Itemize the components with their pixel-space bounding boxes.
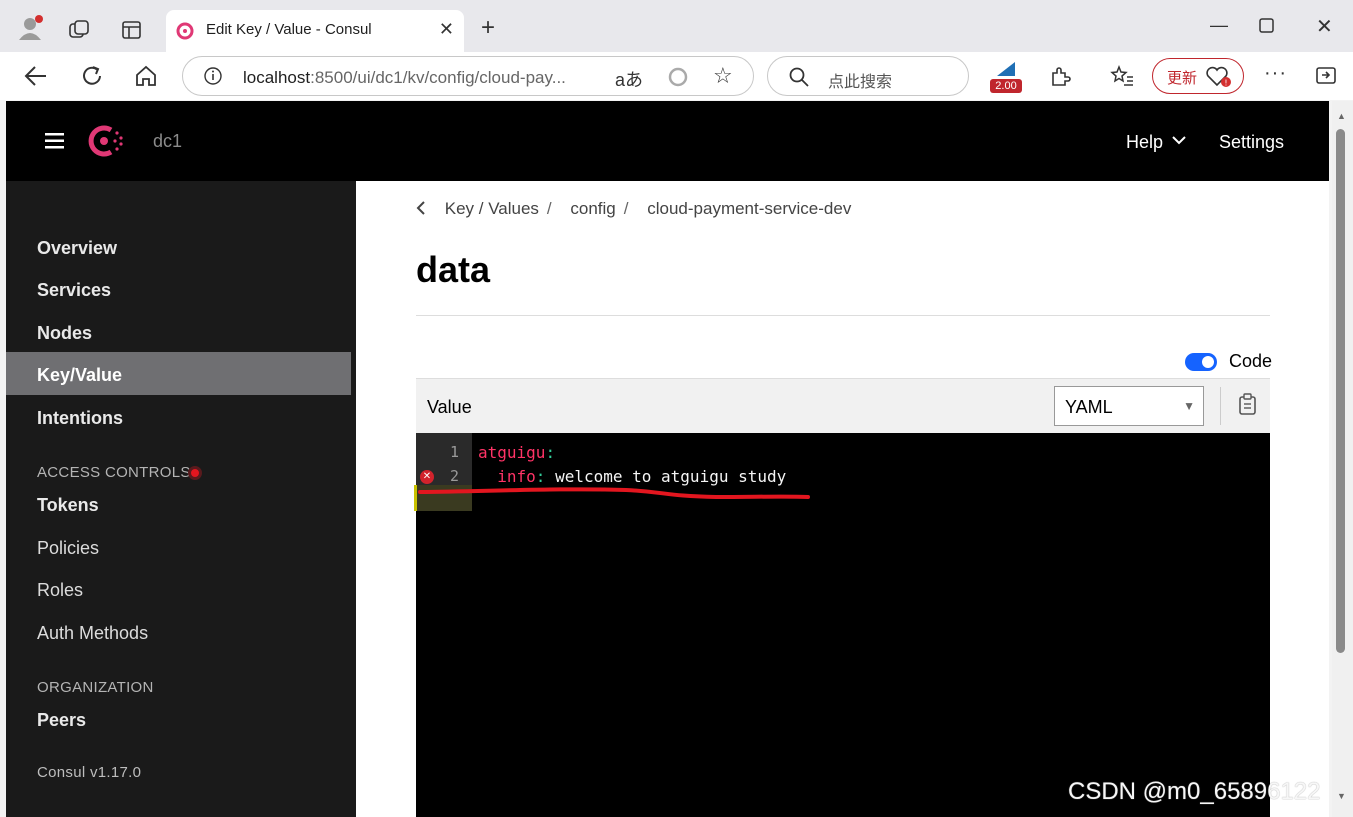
sidebar-toggle-icon[interactable] (1316, 67, 1336, 85)
extension-badge-button[interactable]: 2.00 (990, 60, 1022, 94)
favorites-icon[interactable] (1110, 64, 1134, 88)
lint-error-icon: ✕ (420, 470, 434, 484)
sidebar-item-services[interactable]: Services (37, 280, 111, 301)
sidebar-item-policies[interactable]: Policies (37, 538, 99, 559)
sidebar-item-intentions[interactable]: Intentions (37, 408, 123, 429)
chevron-left-icon[interactable] (416, 201, 426, 215)
watermark: CSDN @m0_65896122 (1068, 778, 1321, 805)
code-toggle[interactable] (1185, 353, 1217, 371)
browser-tab-strip: Edit Key / Value - Consul ✕ + — ✕ (0, 0, 1353, 52)
datacenter-selector[interactable]: dc1 (153, 131, 182, 152)
red-underline-annotation (418, 487, 810, 500)
url-path: :8500/ui/dc1/kv/config/cloud-pay... (310, 68, 566, 87)
value-label: Value (427, 397, 472, 417)
scroll-up-icon[interactable]: ▲ (1337, 111, 1346, 121)
access-controls-heading: ACCESS CONTROLS (37, 464, 191, 481)
code-line-1: atguigu: (478, 443, 555, 462)
tab-title: Edit Key / Value - Consul (206, 21, 372, 38)
url-text: localhost:8500/ui/dc1/kv/config/cloud-pa… (243, 68, 566, 88)
extension-flag-icon (997, 62, 1015, 76)
line-number: 1 (450, 443, 460, 461)
consul-logo-icon[interactable] (86, 121, 126, 161)
yaml-colon: : (545, 443, 556, 462)
more-menu-icon[interactable]: ··· (1264, 62, 1287, 85)
consul-app: dc1 Help Settings Overview Services Node… (6, 101, 1329, 817)
code-toggle-label: Code (1229, 351, 1273, 371)
minimize-icon[interactable]: — (1210, 15, 1228, 36)
consul-favicon-icon (176, 22, 194, 40)
organization-heading: ORGANIZATION (37, 679, 154, 696)
breadcrumb-key-values[interactable]: Key / Values (445, 199, 539, 218)
breadcrumb-config[interactable]: config (570, 199, 615, 218)
search-icon (789, 67, 809, 87)
value-editor-header: Value YAML ▼ (416, 378, 1270, 433)
hamburger-menu-icon[interactable] (44, 132, 66, 150)
help-menu[interactable]: Help (1126, 132, 1163, 153)
new-tab-icon[interactable]: + (481, 14, 495, 42)
sidebar-item-overview[interactable]: Overview (37, 238, 117, 259)
copy-clipboard-icon[interactable] (1238, 393, 1258, 415)
access-controls-alert-icon (188, 466, 202, 480)
active-tab[interactable]: Edit Key / Value - Consul ✕ (166, 10, 464, 52)
translate-icon[interactable]: aあ (615, 66, 643, 92)
consul-header: dc1 Help Settings (6, 101, 1329, 181)
vertical-tabs-icon[interactable] (121, 19, 143, 41)
sidebar-item-nodes[interactable]: Nodes (37, 323, 92, 344)
yaml-key: atguigu (478, 443, 546, 462)
sidebar-item-auth-methods[interactable]: Auth Methods (37, 623, 148, 644)
search-placeholder: 点此搜索 (828, 74, 893, 91)
scroll-down-icon[interactable]: ▼ (1337, 791, 1346, 801)
sidebar-item-roles[interactable]: Roles (37, 580, 83, 601)
address-bar[interactable]: localhost:8500/ui/dc1/kv/config/cloud-pa… (182, 56, 754, 96)
workspaces-icon[interactable] (68, 19, 90, 41)
code-editor[interactable]: 1 2 ✕ atguigu: info: welcome to atguigu … (414, 433, 1270, 817)
search-box[interactable]: 点此搜索 (767, 56, 969, 96)
update-label: 更新 (1167, 70, 1198, 87)
breadcrumb-current-key[interactable]: cloud-payment-service-dev (647, 199, 851, 218)
breadcrumb: Key / Values / config / cloud-payment-serv… (416, 199, 859, 219)
syntax-mode-select[interactable]: YAML ▼ (1054, 386, 1204, 426)
title-divider (416, 315, 1270, 316)
extensions-puzzle-icon[interactable] (1049, 65, 1071, 87)
favorite-star-icon[interactable]: ☆ (713, 63, 733, 89)
sidebar: Overview Services Nodes Key/Value Intent… (6, 181, 356, 817)
consul-version: Consul v1.17.0 (37, 764, 142, 781)
home-icon[interactable] (134, 64, 158, 88)
sidebar-item-tokens[interactable]: Tokens (37, 495, 99, 516)
maximize-icon[interactable] (1259, 18, 1275, 34)
url-host: localhost (243, 68, 311, 87)
page-title: data (416, 249, 491, 290)
site-info-icon[interactable] (203, 66, 223, 86)
browser-toolbar: localhost:8500/ui/dc1/kv/config/cloud-pa… (0, 52, 1353, 100)
tab-close-icon[interactable]: ✕ (439, 19, 454, 40)
extension-badge: 2.00 (990, 79, 1022, 93)
sidebar-item-key-value[interactable]: Key/Value (37, 365, 122, 386)
profile-icon[interactable] (17, 14, 43, 40)
main-content: Key / Values / config / cloud-payment-serv… (356, 181, 1329, 817)
settings-link[interactable]: Settings (1219, 132, 1284, 153)
svg-text:!: ! (1224, 79, 1227, 88)
sidebar-item-peers[interactable]: Peers (37, 710, 86, 731)
page-scrollbar[interactable]: ▲ ▼ (1332, 101, 1353, 817)
reload-icon[interactable] (80, 64, 104, 88)
syntax-mode-value: YAML (1065, 397, 1113, 417)
window-close-icon[interactable]: ✕ (1316, 14, 1333, 39)
chevron-down-icon[interactable] (1172, 135, 1186, 145)
browser-health-icon: ! (1206, 66, 1231, 88)
toolbar-divider (1220, 387, 1221, 425)
scrollbar-thumb[interactable] (1336, 129, 1345, 653)
update-button[interactable]: 更新 ! (1152, 58, 1244, 94)
select-caret-icon: ▼ (1183, 399, 1195, 413)
back-icon[interactable] (24, 65, 48, 87)
edge-collections-icon[interactable] (667, 66, 689, 88)
